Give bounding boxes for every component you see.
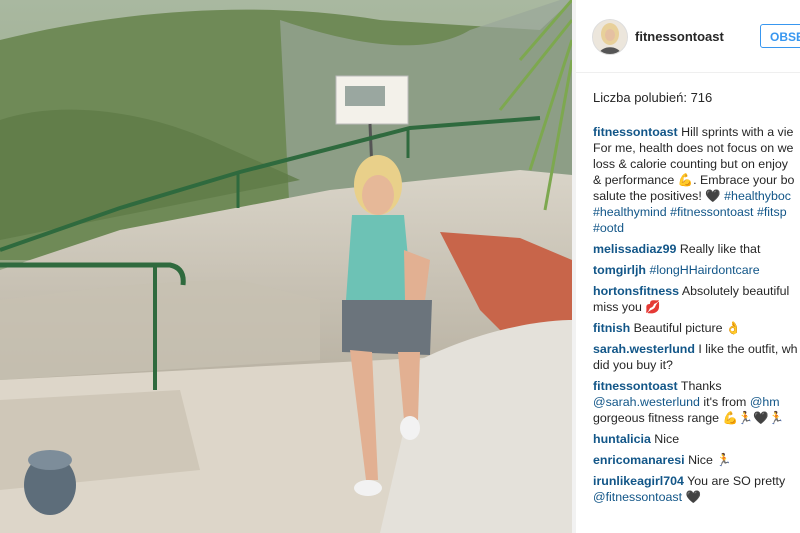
comment-text: Nice 🏃 bbox=[688, 453, 732, 467]
caption: fitnessontoast Hill sprints with a vie F… bbox=[593, 124, 800, 236]
mention-link[interactable]: @hm bbox=[750, 395, 780, 409]
comment-username[interactable]: melissadiaz99 bbox=[593, 242, 676, 256]
avatar[interactable] bbox=[592, 19, 628, 55]
follow-button[interactable]: OBSE bbox=[760, 24, 800, 48]
comment-text: miss you 💋 bbox=[593, 300, 661, 314]
comment-text: did you buy it? bbox=[593, 358, 673, 372]
likes-count[interactable]: Liczba polubień: 716 bbox=[593, 90, 712, 105]
comment-text: You are SO pretty bbox=[687, 474, 786, 488]
avatar-photo-icon bbox=[593, 20, 627, 54]
comment-username[interactable]: irunlikeagirl704 bbox=[593, 474, 684, 488]
post-header: fitnessontoast OBSE bbox=[576, 0, 800, 73]
caption-text: For me, health does not focus on we bbox=[593, 141, 794, 155]
hashtag-link[interactable]: #healthymind bbox=[593, 205, 667, 219]
comment-text: gorgeous fitness range 💪🏃🖤🏃 bbox=[593, 411, 785, 425]
comments-list: fitnessontoast Hill sprints with a vie F… bbox=[593, 124, 800, 510]
comment: irunlikeagirl704 You are SO pretty @fitn… bbox=[593, 473, 800, 505]
comment-text: Beautiful picture 👌 bbox=[633, 321, 742, 335]
comment: fitnish Beautiful picture 👌 bbox=[593, 320, 800, 336]
comment-text: Absolutely beautiful bbox=[681, 284, 790, 298]
comment: huntalicia Nice bbox=[593, 431, 800, 447]
comment: hortonsfitness Absolutely beautiful miss… bbox=[593, 283, 800, 315]
comment: fitnessontoast Thanks @sarah.westerlund … bbox=[593, 378, 800, 426]
comment-text: Really like that bbox=[679, 242, 761, 256]
comment: tomgirljh #longHHairdontcare bbox=[593, 262, 800, 278]
photo-illustration bbox=[0, 0, 572, 533]
comment-text: it's from bbox=[703, 395, 747, 409]
comment-username[interactable]: sarah.westerlund bbox=[593, 342, 695, 356]
caption-username[interactable]: fitnessontoast bbox=[593, 125, 678, 139]
comment-username[interactable]: enricomanaresi bbox=[593, 453, 685, 467]
post-username[interactable]: fitnessontoast bbox=[635, 29, 724, 44]
comment-username[interactable]: tomgirljh bbox=[593, 263, 646, 277]
hashtag-link[interactable]: #healthyboc bbox=[724, 189, 791, 203]
mention-link[interactable]: @fitnessontoast bbox=[593, 490, 682, 504]
caption-text: loss & calorie counting but on enjoy bbox=[593, 157, 788, 171]
comment-username[interactable]: fitnish bbox=[593, 321, 630, 335]
post-photo[interactable] bbox=[0, 0, 572, 533]
comment: melissadiaz99 Really like that bbox=[593, 241, 800, 257]
comment-text: I like the outfit, wh bbox=[698, 342, 798, 356]
mention-link[interactable]: @sarah.westerlund bbox=[593, 395, 700, 409]
caption-text: salute the positives! 🖤 bbox=[593, 189, 721, 203]
comment-text: Thanks bbox=[680, 379, 722, 393]
hashtag-link[interactable]: #fitnessontoast bbox=[670, 205, 753, 219]
comment-username[interactable]: huntalicia bbox=[593, 432, 651, 446]
caption-text: Hill sprints with a vie bbox=[681, 125, 794, 139]
post-sidebar: fitnessontoast OBSE Liczba polubień: 716… bbox=[576, 0, 800, 533]
comment-username[interactable]: fitnessontoast bbox=[593, 379, 678, 393]
comment: enricomanaresi Nice 🏃 bbox=[593, 452, 800, 468]
caption-text: & performance 💪. Embrace your bo bbox=[593, 173, 795, 187]
hashtag-link[interactable]: #ootd bbox=[593, 221, 624, 235]
comment: sarah.westerlund I like the outfit, wh d… bbox=[593, 341, 800, 373]
comment-text: Nice bbox=[654, 432, 680, 446]
hashtag-link[interactable]: #longHHairdontcare bbox=[649, 263, 759, 277]
hashtag-link[interactable]: #fitsp bbox=[757, 205, 787, 219]
comment-username[interactable]: hortonsfitness bbox=[593, 284, 679, 298]
comment-text: 🖤 bbox=[685, 490, 701, 504]
